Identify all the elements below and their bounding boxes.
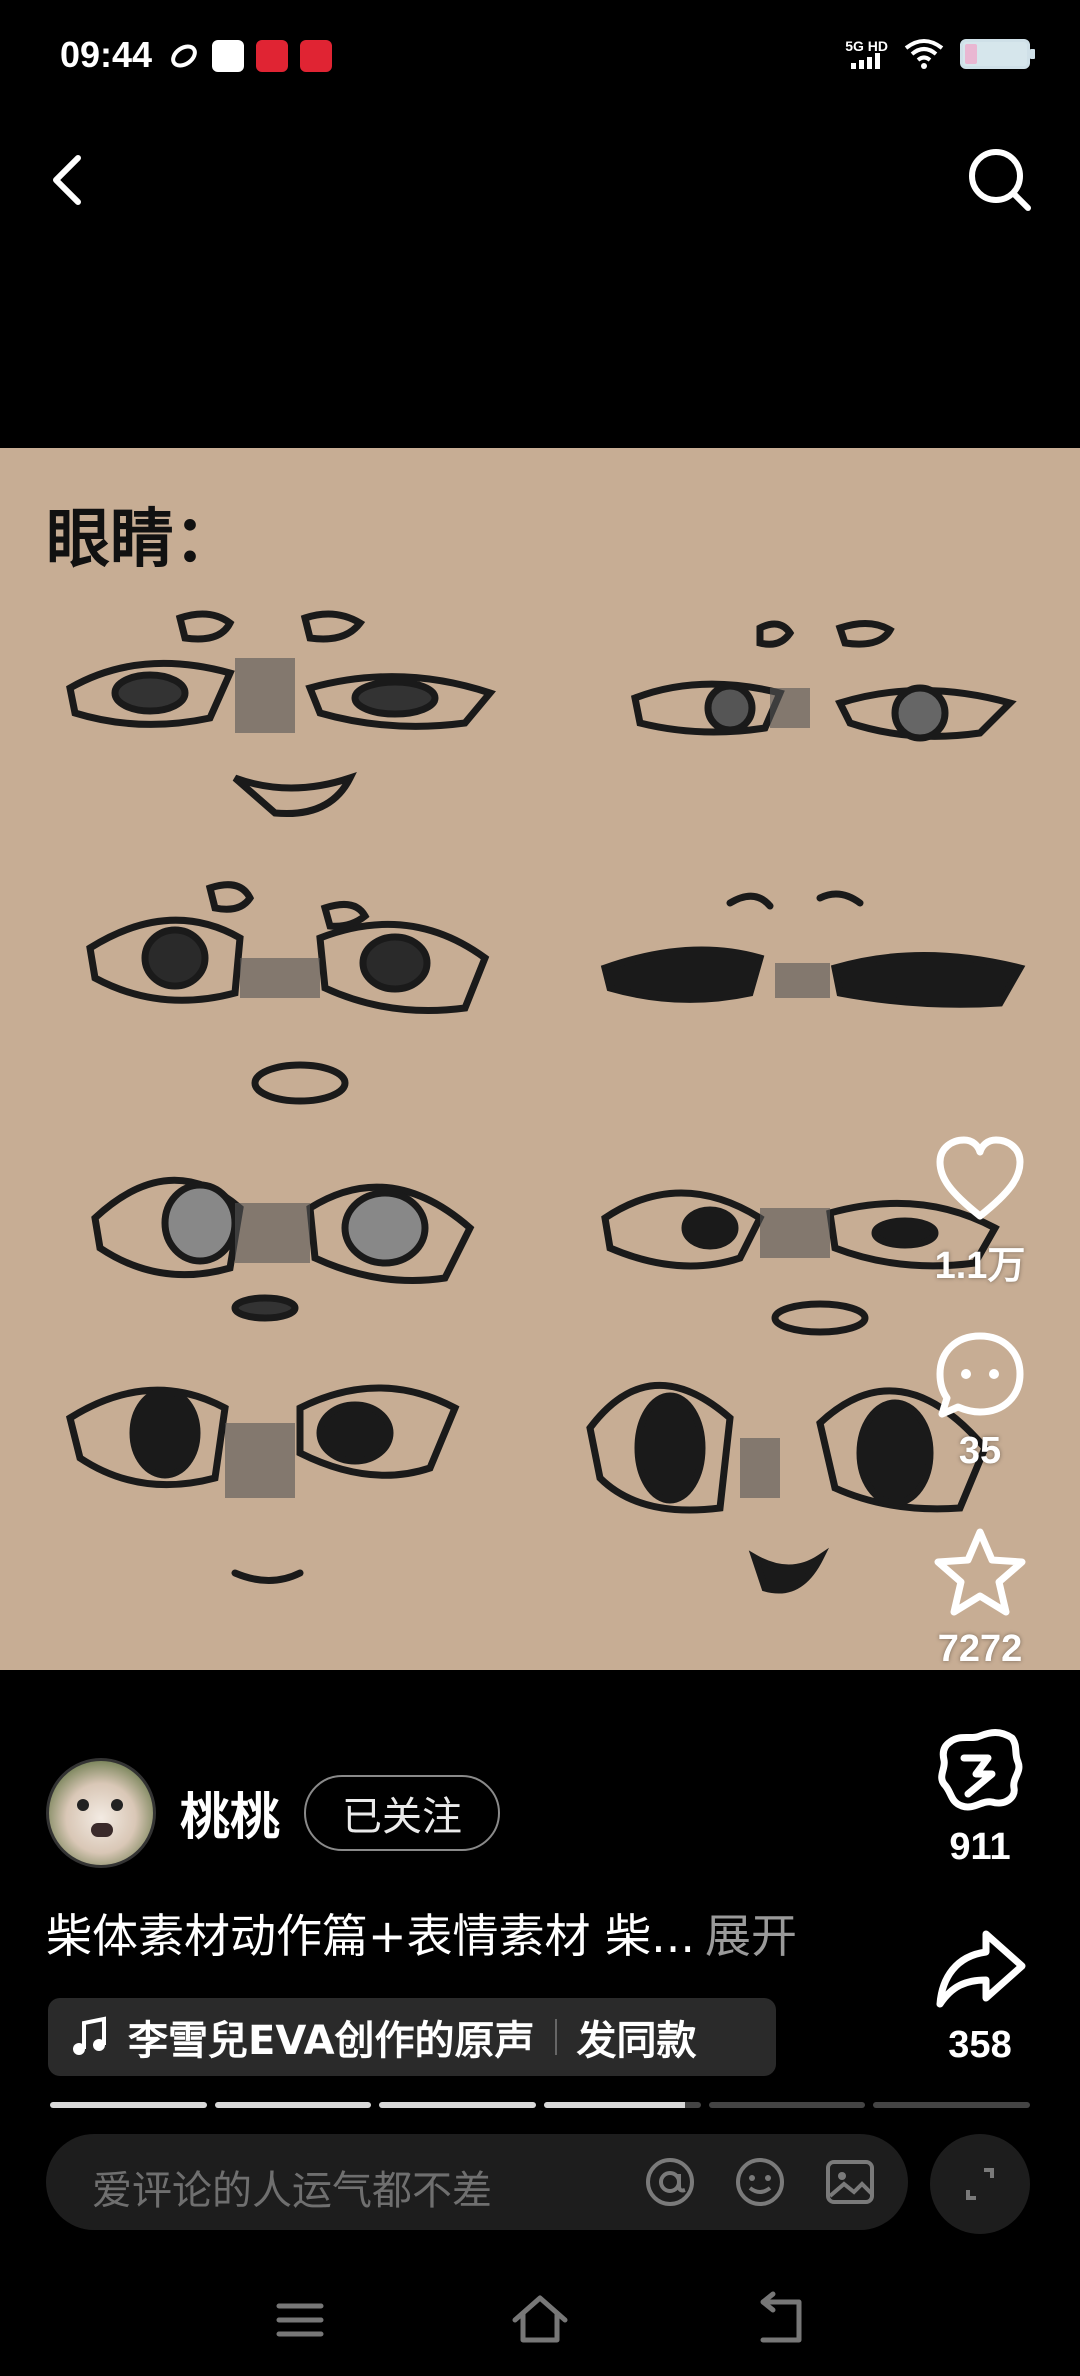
author-name[interactable]: 桃桃 [180,1777,280,1849]
status-right: 5G HD [845,38,1035,70]
network-label: 5G HD [845,38,888,54]
progress-segment [873,2102,1031,2108]
emoji-icon[interactable] [732,2154,788,2210]
menu-icon[interactable] [265,2290,335,2350]
progress-segment [50,2102,207,2108]
home-icon[interactable] [505,2290,575,2350]
status-bar: 09:44 5G HD [0,0,1080,110]
flag-button[interactable]: 911 [900,1722,1060,1869]
message-icon [212,40,244,72]
music-track: 李雪兒EVA创作的原声 [128,2018,535,2064]
comment-count: 35 [958,1430,1002,1472]
progress-segment [214,2102,372,2108]
search-icon [969,149,1031,211]
like-count: 1.1万 [934,1245,1026,1287]
comment-icon [936,1332,1024,1418]
favorite-button[interactable]: 7272 [900,1524,1060,1671]
app-icon-red [256,40,288,72]
system-nav-bar [0,2270,1080,2376]
comment-input[interactable]: 爱评论的人运气都不差 [46,2134,908,2230]
comment-placeholder: 爱评论的人运气都不差 [92,2168,492,2214]
avatar[interactable] [46,1758,156,1868]
post-caption[interactable]: 柴体素材动作篇+表情素材 柴... 展开 [46,1900,797,1966]
image-icon[interactable] [822,2154,878,2210]
author-row: 桃桃 已关注 [46,1758,500,1868]
post-image[interactable]: 眼睛： [0,448,1080,1670]
signal-icon [850,53,880,69]
xiaohongshu-icon [300,40,332,72]
divider [554,2019,557,2055]
caption-text: 柴体素材动作篇+表情素材 柴... [46,1909,696,1963]
star-icon [934,1528,1026,1616]
share-button[interactable]: 358 [900,1920,1060,2067]
back-nav-icon[interactable] [745,2290,815,2350]
fullscreen-button[interactable] [930,2134,1030,2234]
music-pill[interactable]: 李雪兒EVA创作的原声 发同款 [48,1998,776,2076]
use-sound-button[interactable]: 发同款 [577,2008,697,2066]
heart-icon [936,1136,1024,1220]
signal-indicator: 5G HD [845,39,888,69]
progress-segment [708,2102,866,2108]
mention-icon[interactable] [642,2154,698,2210]
share-count: 358 [948,2024,1012,2066]
share-icon [936,1930,1026,2008]
status-time: 09:44 [60,34,153,75]
comment-button[interactable]: 35 [900,1326,1060,1473]
progress-segment-active [544,2102,701,2108]
image-progress [50,2102,1031,2108]
favorite-count: 7272 [937,1628,1023,1670]
search-button[interactable] [960,140,1040,220]
eye-sketches [65,610,1026,1594]
chevron-left-icon [53,155,81,205]
flag-icon [938,1729,1023,1811]
follow-button[interactable]: 已关注 [304,1775,500,1851]
wifi-icon [904,39,944,69]
progress-segment [379,2102,537,2108]
battery-icon [960,39,1035,69]
link-icon [168,40,200,72]
back-button[interactable] [40,140,100,220]
flag-count: 911 [949,1826,1011,1868]
expand-link[interactable]: 展开 [705,1909,797,1963]
notification-icons [168,40,332,72]
music-note-icon [73,2016,106,2055]
like-button[interactable]: 1.1万 [900,1130,1060,1289]
fullscreen-icon [966,2168,994,2200]
